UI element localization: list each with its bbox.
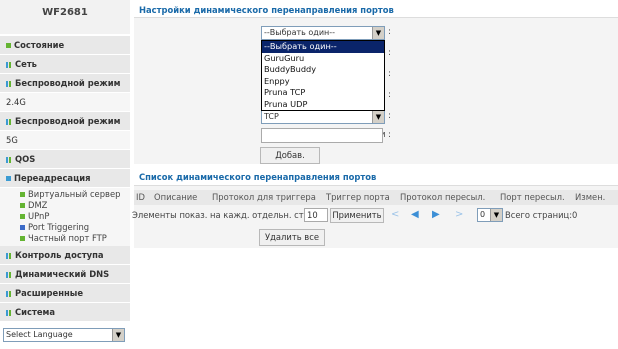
square-icon <box>20 236 25 241</box>
nav-label: Система <box>15 307 56 317</box>
apply-button[interactable]: Применить <box>330 208 384 223</box>
nav-label: Контроль доступа <box>15 250 104 260</box>
nav-advanced[interactable]: Расширенные <box>0 284 130 302</box>
square-icon <box>6 176 11 181</box>
dropdown-option[interactable]: Enppy <box>262 76 384 88</box>
sub-label: Виртуальный сервер <box>28 189 121 199</box>
nav-ddns[interactable]: Динамический DNS <box>0 265 130 283</box>
predefined-rule-value: --Выбрать один-- <box>264 28 336 37</box>
prev-page-icon[interactable]: ◀ <box>411 209 419 221</box>
dropdown-option[interactable]: --Выбрать один-- <box>262 41 384 53</box>
col-forward-proto: Протокол пересыл. <box>400 192 486 202</box>
forward-proto-select[interactable]: TCP ▼ <box>261 110 385 124</box>
dots-icon <box>6 156 12 163</box>
nav-label: Динамический DNS <box>15 269 110 279</box>
sub-dmz[interactable]: DMZ <box>20 200 130 211</box>
nav-label: 2.4G <box>6 97 26 107</box>
nav-label: Беспроводной режим <box>15 116 121 126</box>
nav-system[interactable]: Система <box>0 303 130 321</box>
col-trigger-port: Триггер порта <box>326 192 390 202</box>
next-page-icon[interactable]: ▶ <box>432 209 440 221</box>
nav-label: Расширенные <box>15 288 84 298</box>
nav-label: Беспроводной режим <box>15 78 121 88</box>
col-trigger-proto: Протокол для триггера <box>212 192 316 202</box>
dots-icon <box>6 252 12 259</box>
sidebar: WF2681 Состояние Сеть Беспроводной режим… <box>0 0 130 349</box>
sub-label: DMZ <box>28 200 48 210</box>
brand-title: WF2681 <box>0 0 130 34</box>
col-forward-port: Порт пересыл. <box>500 192 565 202</box>
dots-icon <box>6 61 12 68</box>
pagination-bar: Элементы показ. на кажд. отдельн. стр. 1… <box>132 207 618 223</box>
nav-label: Переадресация <box>14 173 91 183</box>
col-id: ID <box>136 192 145 202</box>
language-select-value: Select Language <box>6 330 73 339</box>
per-page-label: Элементы показ. на кажд. отдельн. стр. <box>132 210 312 220</box>
sub-label: UPnP <box>28 211 50 221</box>
last-page-icon[interactable]: > <box>455 209 463 221</box>
dropdown-option[interactable]: GuruGuru <box>262 53 384 65</box>
dots-icon <box>6 290 12 297</box>
nav-label: 5G <box>6 135 18 145</box>
nav-wireless-24[interactable]: Беспроводной режим <box>0 74 130 92</box>
nav-qos[interactable]: QOS <box>0 150 130 168</box>
page-select-value: 0 <box>480 210 486 219</box>
square-icon <box>20 192 25 197</box>
square-icon <box>20 225 25 230</box>
nav-label: QOS <box>15 154 36 164</box>
predefined-rule-dropdown[interactable]: --Выбрать один-- GuruGuru BuddyBuddy Enp… <box>261 40 385 111</box>
list-title: Список динамического перенаправления пор… <box>134 170 618 186</box>
sub-label: Частный порт FTP <box>28 233 107 243</box>
dots-icon <box>6 271 12 278</box>
chevron-down-icon: ▼ <box>372 27 384 39</box>
dots-icon <box>6 80 12 87</box>
sub-label: Port Triggering <box>28 222 90 232</box>
forward-port-input[interactable] <box>261 128 383 143</box>
sub-private-ftp[interactable]: Частный порт FTP <box>20 233 130 244</box>
delete-all-button[interactable]: Удалить все <box>259 229 325 246</box>
square-icon <box>20 203 25 208</box>
nav-access-control[interactable]: Контроль доступа <box>0 246 130 264</box>
dots-icon <box>6 118 12 125</box>
total-pages-label: Всего страниц:0 <box>505 210 578 220</box>
predefined-rule-select[interactable]: --Выбрать один-- ▼ <box>261 26 385 40</box>
forwarding-submenu: Виртуальный сервер DMZ UPnP Port Trigger… <box>0 188 130 246</box>
nav-label: Сеть <box>15 59 37 69</box>
col-edit: Измен. <box>575 192 606 202</box>
dropdown-option[interactable]: Pruna UDP <box>262 99 384 111</box>
chevron-down-icon: ▼ <box>112 329 124 341</box>
square-icon <box>6 43 11 48</box>
col-description: Описание <box>154 192 198 202</box>
nav-band-24[interactable]: 2.4G <box>0 93 130 111</box>
first-page-icon[interactable]: < <box>391 209 399 221</box>
forward-proto-value: TCP <box>264 112 279 121</box>
per-page-input[interactable]: 10 <box>304 208 328 222</box>
sub-virtual-server[interactable]: Виртуальный сервер <box>20 189 130 200</box>
nav-status[interactable]: Состояние <box>0 36 130 54</box>
dropdown-option[interactable]: Pruna TCP <box>262 87 384 99</box>
language-select[interactable]: Select Language ▼ <box>3 328 125 342</box>
sub-port-triggering[interactable]: Port Triggering <box>20 222 130 233</box>
nav-forwarding[interactable]: Переадресация <box>0 169 130 187</box>
settings-title: Настройки динамического перенаправления … <box>134 4 618 18</box>
chevron-down-icon: ▼ <box>372 111 384 123</box>
sub-upnp[interactable]: UPnP <box>20 211 130 222</box>
nav-wireless-5[interactable]: Беспроводной режим <box>0 112 130 130</box>
add-button[interactable]: Добав. <box>260 147 320 164</box>
dots-icon <box>6 309 12 316</box>
list-table-header: ID Описание Протокол для триггера Тригге… <box>134 190 618 205</box>
page-select[interactable]: 0 ▼ <box>477 208 503 222</box>
dropdown-option[interactable]: BuddyBuddy <box>262 64 384 76</box>
nav-label: Состояние <box>14 40 65 50</box>
chevron-down-icon: ▼ <box>490 209 502 221</box>
nav-band-5[interactable]: 5G <box>0 131 130 149</box>
square-icon <box>20 214 25 219</box>
nav-network[interactable]: Сеть <box>0 55 130 73</box>
